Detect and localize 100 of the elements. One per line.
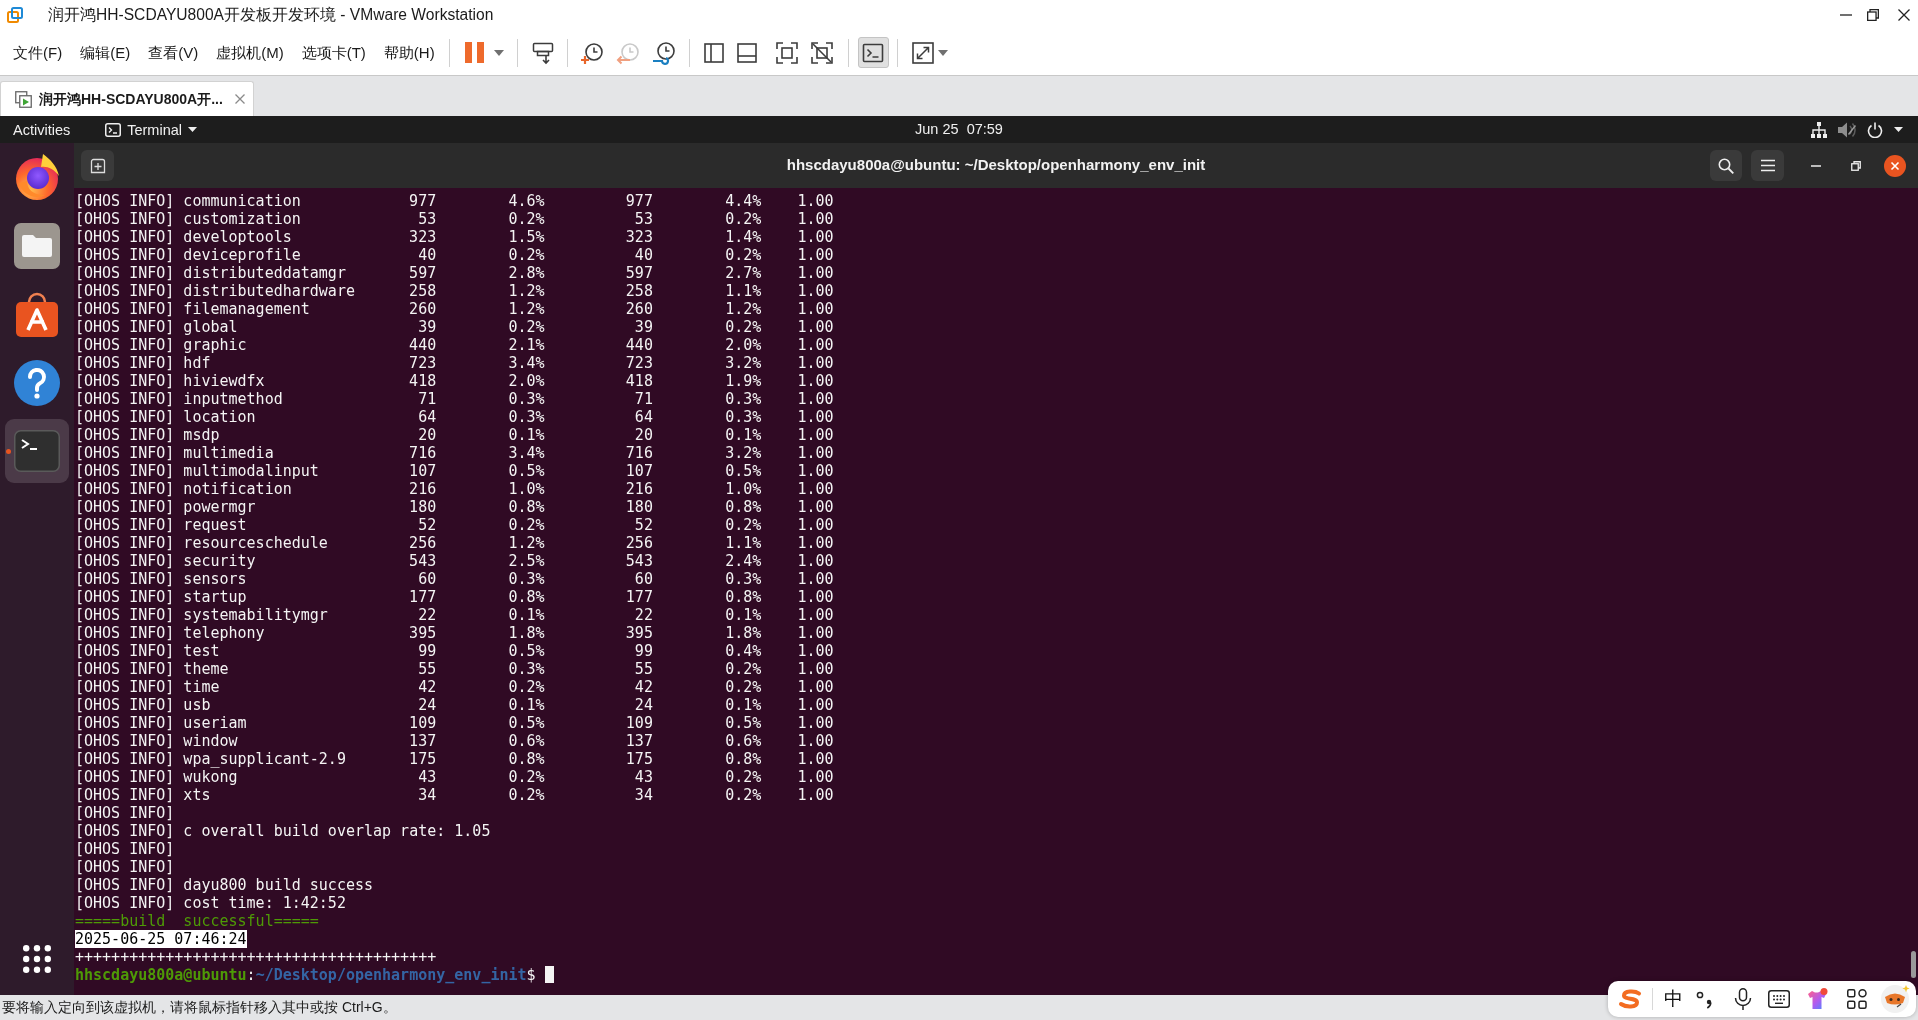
stat-value: 1.00 [797, 695, 834, 714]
component-name: customization [183, 209, 301, 228]
menu-item[interactable]: 编辑(E) [80, 42, 131, 63]
component-name: xts [183, 785, 211, 804]
menu-item[interactable]: 选项卡(T) [301, 42, 366, 63]
sidebar-layout-icon[interactable] [701, 40, 726, 65]
stat-value: 1.00 [797, 515, 834, 534]
log-line: [OHOS INFO] [75, 839, 175, 858]
stat-value: 1.00 [797, 425, 834, 444]
stat-value: 1.2% [508, 533, 545, 552]
stat-value: 107 [625, 461, 653, 480]
stat-value: 1.00 [797, 245, 834, 264]
bottom-panel-layout-icon[interactable] [734, 40, 759, 65]
stat-value: 22 [634, 605, 653, 624]
log-prefix: [OHOS INFO] [75, 605, 175, 624]
stat-value: 137 [409, 731, 437, 750]
folder-icon[interactable] [14, 222, 60, 269]
component-name: multimedia [183, 443, 274, 462]
log-prefix: [OHOS INFO] [75, 533, 175, 552]
mascot-icon[interactable] [1880, 984, 1910, 1014]
stat-value: 0.1% [508, 695, 545, 714]
stat-value: 177 [409, 587, 437, 606]
microphone-icon[interactable] [1734, 988, 1752, 1010]
log-prefix: [OHOS INFO] [75, 461, 175, 480]
stat-value: 39 [634, 317, 653, 336]
log-line: [OHOS INFO] cost time: 1:42:52 [75, 893, 346, 912]
stat-value: 1.00 [797, 767, 834, 786]
stat-value: 60 [418, 569, 437, 588]
monitor-arrow-icon[interactable] [530, 40, 555, 65]
menu-button[interactable] [1751, 150, 1784, 181]
stat-value: 0.8% [725, 497, 762, 516]
keyboard-icon[interactable] [1768, 990, 1790, 1008]
stat-value: 0.1% [508, 425, 545, 444]
app-menu-button[interactable]: Terminal [105, 120, 197, 139]
scrollbar-thumb[interactable] [1911, 951, 1916, 978]
shirt-icon[interactable] [1806, 988, 1828, 1010]
play-window-icon [15, 90, 32, 108]
restore-icon[interactable] [1867, 9, 1879, 21]
stat-value: 1.00 [797, 533, 834, 552]
stat-value: 1.2% [508, 281, 545, 300]
network-icon[interactable] [1811, 121, 1827, 138]
search-button[interactable] [1710, 150, 1742, 181]
stat-value: 1.1% [725, 281, 762, 300]
pause-icon[interactable] [464, 42, 484, 63]
clock-hook-icon[interactable] [651, 40, 676, 65]
stat-value: 0.2% [508, 245, 545, 264]
component-name: usb [183, 695, 211, 714]
volume-muted-icon[interactable] [1838, 121, 1856, 138]
menu-item[interactable]: 查看(V) [148, 42, 199, 63]
shopping-bag-icon[interactable] [14, 291, 60, 337]
stat-value: 42 [634, 677, 653, 696]
app-grid-icon[interactable] [23, 945, 51, 973]
crossed-window-icon[interactable] [809, 40, 834, 65]
restore-icon[interactable] [1851, 160, 1861, 171]
stat-value: 1.0% [725, 479, 762, 498]
stat-value: 0.5% [508, 461, 545, 480]
log-prefix: [OHOS INFO] [75, 695, 175, 714]
input-mode-toggle[interactable]: 中 [1664, 988, 1683, 1010]
stat-value: 0.3% [508, 659, 545, 678]
stat-value: 40 [418, 245, 437, 264]
help-icon[interactable] [14, 359, 60, 406]
grid-icon[interactable] [1847, 989, 1867, 1009]
window-title: 润开鸿HH-SCDAYU800A开发板开发环境 - VMware Workstation [48, 5, 494, 26]
browser-icon[interactable] [14, 154, 60, 200]
component-name: distributeddatamgr [183, 263, 346, 282]
stat-value: 0.2% [725, 515, 762, 534]
stretch-icon[interactable] [910, 40, 935, 65]
stat-value: 2.4% [725, 551, 762, 570]
stat-value: 723 [625, 353, 653, 372]
close-icon[interactable] [1884, 154, 1906, 177]
clock-plus-icon[interactable] [579, 40, 604, 65]
caret-icon[interactable] [1894, 127, 1903, 132]
close-icon[interactable] [1898, 9, 1910, 21]
log-prefix: [OHOS INFO] [75, 587, 175, 606]
menu-item[interactable]: 虚拟机(M) [216, 42, 284, 63]
stat-value: 395 [625, 623, 653, 642]
stat-value: 597 [409, 263, 437, 282]
new-tab-button[interactable] [81, 150, 114, 181]
s-logo-icon[interactable] [1618, 989, 1642, 1009]
power-icon[interactable] [1867, 121, 1883, 138]
vm-tab[interactable]: 润开鸿HH-SCDAYU800A开... [0, 81, 254, 116]
activities-button[interactable]: Activities [13, 120, 71, 139]
stat-value: 107 [409, 461, 437, 480]
stat-value: 71 [418, 389, 437, 408]
stat-value: 0.3% [725, 389, 762, 408]
component-name: request [183, 515, 247, 534]
stat-value: 0.2% [508, 209, 545, 228]
component-name: global [183, 317, 238, 336]
fullscreen-icon[interactable] [774, 40, 799, 65]
clock[interactable]: Jun 25 07:59 [915, 118, 1003, 141]
menu-item[interactable]: 帮助(H) [383, 42, 435, 63]
stat-value: 1.8% [725, 623, 762, 642]
component-name: wukong [183, 767, 238, 786]
stat-value: 0.6% [508, 731, 545, 750]
console-view-button[interactable] [857, 37, 889, 68]
stat-value: 177 [625, 587, 653, 606]
menu-item[interactable]: 文件(F) [13, 42, 63, 63]
stat-value: 0.2% [508, 677, 545, 696]
component-name: distributedhardware [183, 281, 355, 300]
cursor-icon [544, 965, 554, 983]
